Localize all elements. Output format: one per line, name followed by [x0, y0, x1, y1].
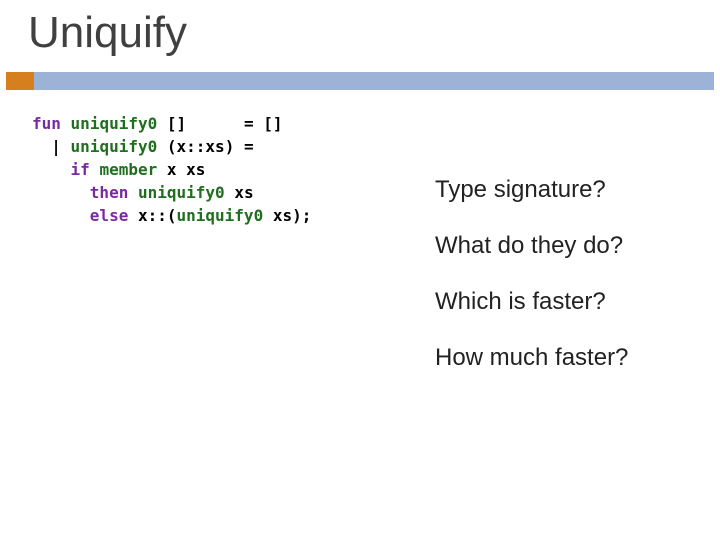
slide-title: Uniquify: [28, 8, 187, 58]
member-args: x xs: [167, 160, 206, 179]
result-empty: []: [263, 114, 282, 133]
keyword-then: then: [90, 183, 129, 202]
rule-bar: [34, 72, 714, 90]
keyword-fun: fun: [32, 114, 61, 133]
equals: =: [244, 114, 254, 133]
accent-block: [6, 72, 34, 90]
cons-head: x::(: [138, 206, 177, 225]
slide: Uniquify fun uniquify0 [] = [] | uniquif…: [0, 0, 720, 540]
keyword-if: if: [71, 160, 90, 179]
fn-name: uniquify0: [71, 114, 158, 133]
pattern-empty: []: [167, 114, 186, 133]
question-item: Which is faster?: [435, 288, 628, 316]
cons-tail: xs);: [263, 206, 311, 225]
then-args: xs: [234, 183, 253, 202]
question-item: Type signature?: [435, 176, 628, 204]
fn-name: uniquify0: [138, 183, 225, 202]
fn-member: member: [99, 160, 157, 179]
fn-name: uniquify0: [177, 206, 264, 225]
question-item: How much faster?: [435, 344, 628, 372]
code-block: fun uniquify0 [] = [] | uniquify0 (x::xs…: [32, 112, 311, 227]
pipe: |: [51, 137, 61, 156]
fn-name: uniquify0: [71, 137, 158, 156]
keyword-else: else: [90, 206, 129, 225]
pattern-cons: (x::xs): [167, 137, 234, 156]
question-list: Type signature? What do they do? Which i…: [435, 176, 628, 400]
equals: =: [244, 137, 254, 156]
question-item: What do they do?: [435, 232, 628, 260]
